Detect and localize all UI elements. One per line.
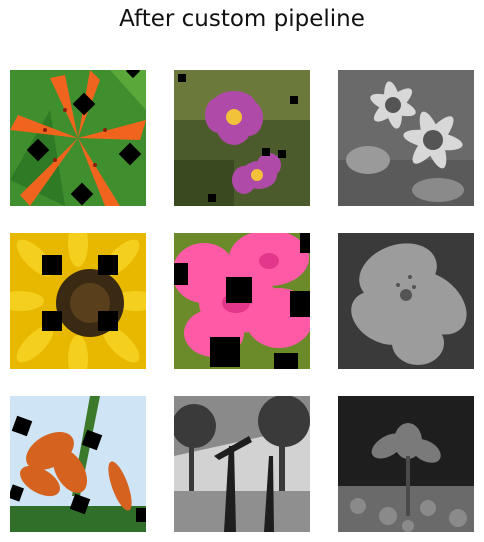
tile-gray-lily <box>338 233 474 369</box>
tile-orange-lily <box>10 70 146 206</box>
tile-purple-anemone <box>174 70 310 206</box>
tile-gray-columbine <box>338 396 474 532</box>
tile-tiger-lily-sky <box>10 396 146 532</box>
figure-title: After custom pipeline <box>119 6 365 32</box>
tile-gray-bird-of-paradise <box>174 396 310 532</box>
tile-gray-daisies <box>338 70 474 206</box>
tile-pink-azalea <box>174 233 310 369</box>
tile-sunflower <box>10 233 146 369</box>
